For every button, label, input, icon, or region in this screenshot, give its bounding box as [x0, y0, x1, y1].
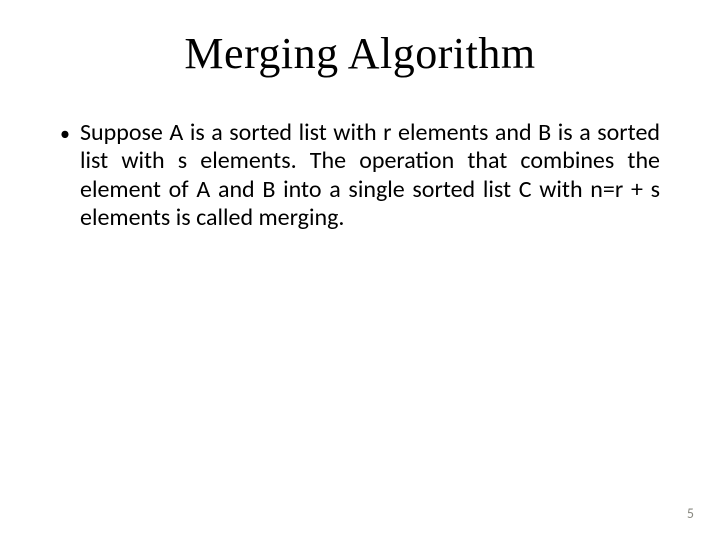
bullet-glyph: • — [60, 119, 80, 147]
bullet-text: Suppose A is a sorted list with r elemen… — [80, 119, 660, 232]
bullet-item: • Suppose A is a sorted list with r elem… — [60, 119, 660, 232]
slide-title: Merging Algorithm — [0, 0, 720, 79]
page-number: 5 — [687, 505, 694, 522]
slide: Merging Algorithm • Suppose A is a sorte… — [0, 0, 720, 540]
slide-body: • Suppose A is a sorted list with r elem… — [0, 79, 720, 232]
